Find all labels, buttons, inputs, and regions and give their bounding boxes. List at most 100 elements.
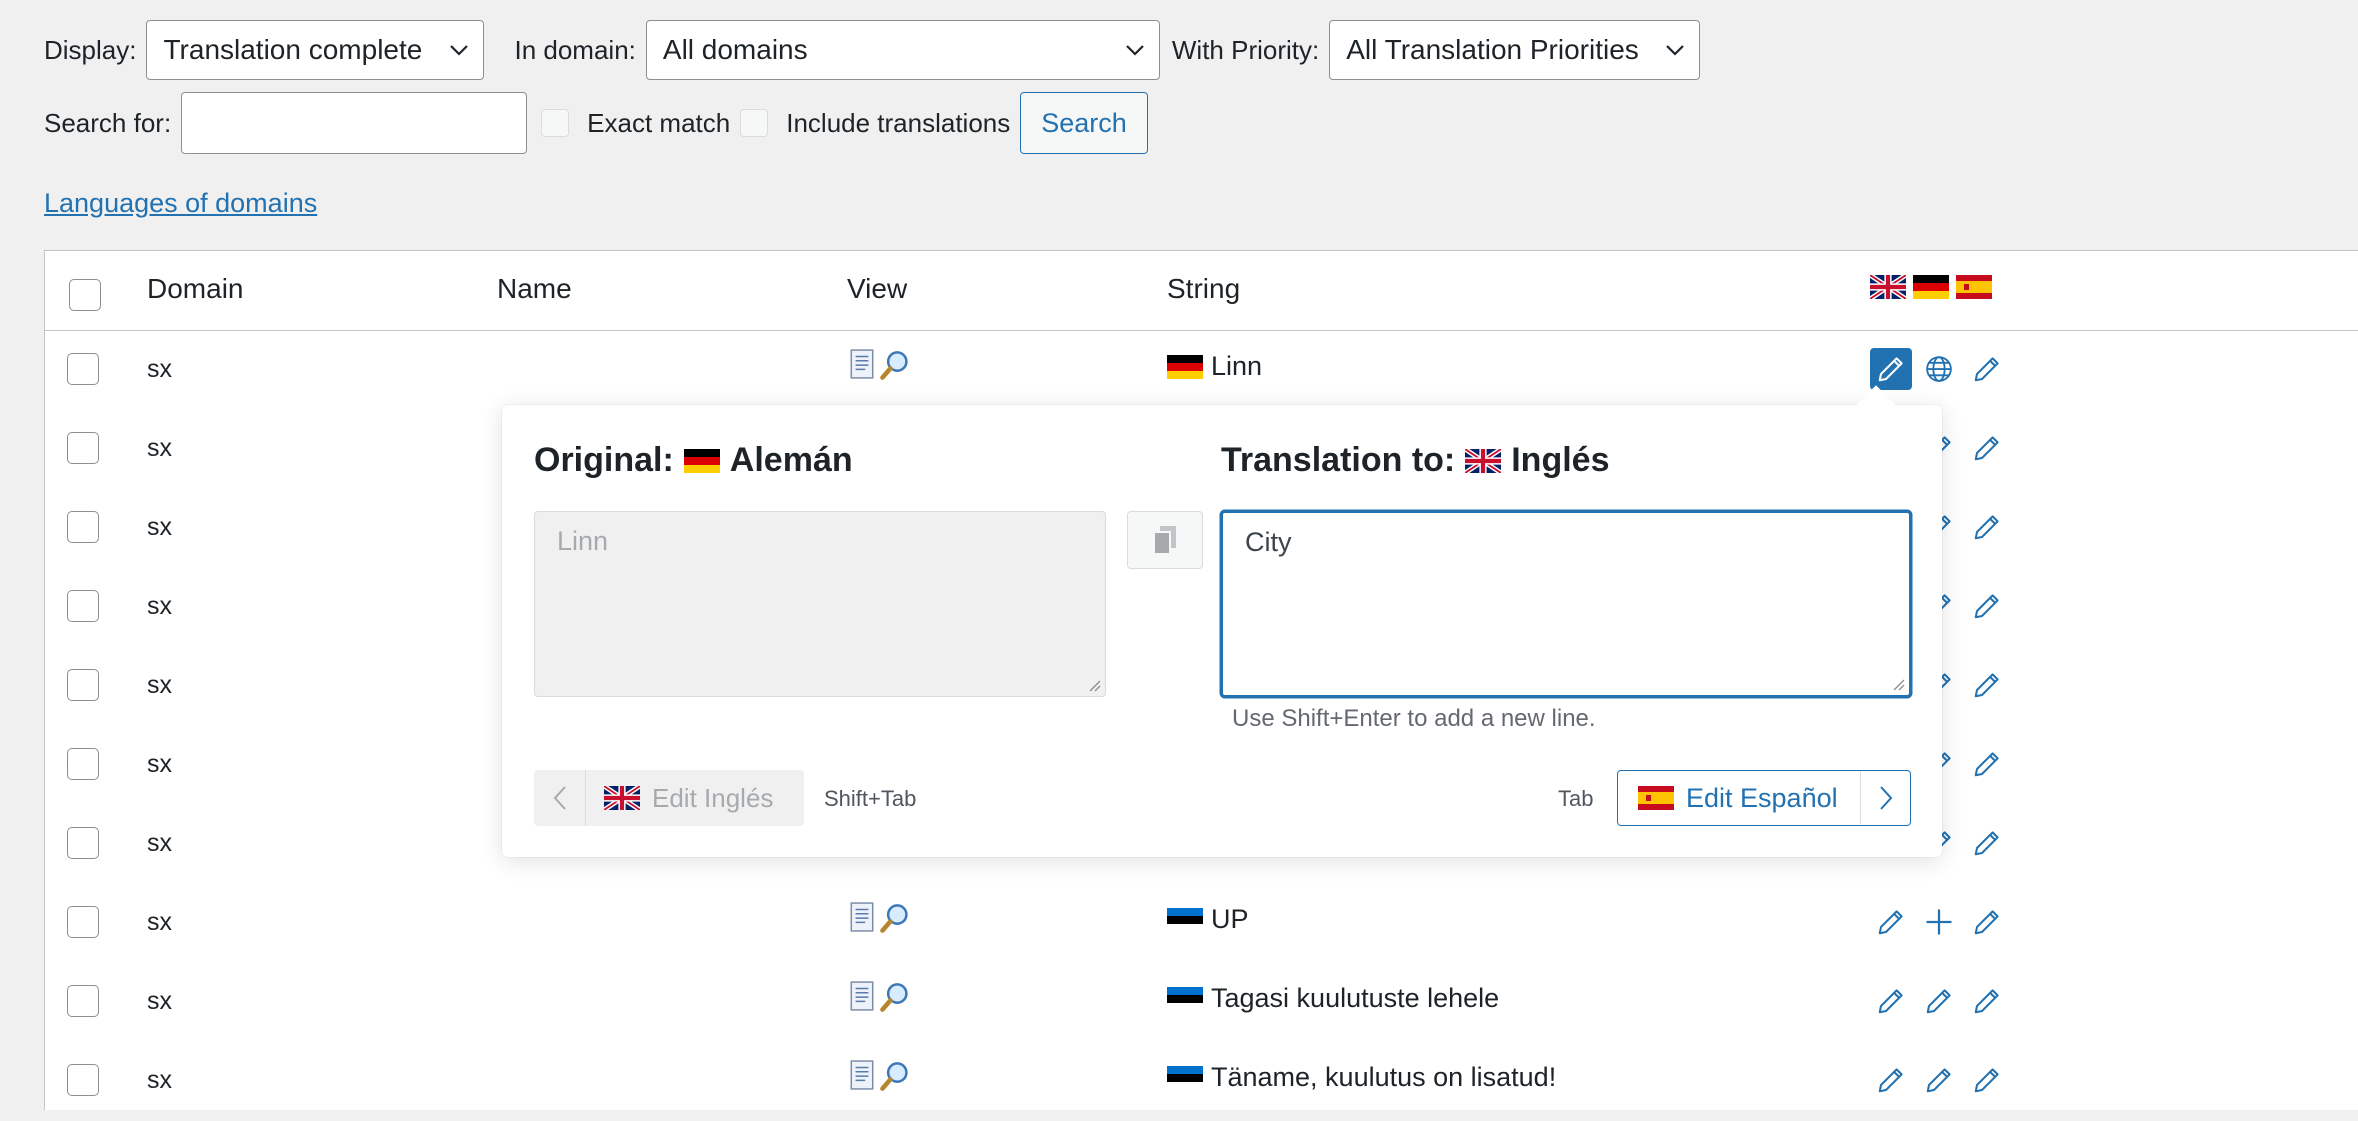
row-actions	[1870, 901, 2008, 943]
row-string-text: UP	[1211, 904, 1249, 934]
edit-translation-button[interactable]	[1918, 1059, 1960, 1101]
display-select[interactable]: Translation complete	[146, 20, 485, 80]
page-icon[interactable]	[849, 902, 875, 932]
row-domain: sx	[147, 434, 172, 462]
select-all-checkbox[interactable]	[69, 279, 101, 311]
pencil-icon	[1972, 591, 2002, 621]
column-name[interactable]: Name	[497, 273, 572, 305]
edit-next-button[interactable]: Edit Español	[1617, 770, 1911, 826]
original-heading: Original: Alemán	[534, 441, 853, 480]
edit-translation-button[interactable]	[1966, 506, 2008, 548]
chevron-down-icon	[1663, 38, 1687, 62]
pencil-icon	[1972, 1065, 2002, 1095]
edit-translation-button[interactable]	[1966, 1059, 2008, 1101]
translation-text: City	[1245, 527, 1292, 557]
row-string: Täname, kuulutus on lisatud!	[1167, 1062, 1556, 1093]
column-string[interactable]: String	[1167, 273, 1240, 305]
pencil-icon	[1876, 1065, 1906, 1095]
row-checkbox[interactable]	[67, 353, 99, 385]
search-button[interactable]: Search	[1020, 92, 1148, 154]
add-translation-button[interactable]	[1918, 901, 1960, 943]
row-checkbox[interactable]	[67, 827, 99, 859]
row-actions	[1870, 980, 2008, 1022]
pencil-icon	[1876, 354, 1906, 384]
search-input[interactable]	[181, 92, 528, 154]
page-icon[interactable]	[849, 981, 875, 1011]
copy-original-button[interactable]	[1127, 511, 1203, 569]
view-icons	[849, 1060, 911, 1092]
row-domain: sx	[147, 671, 172, 699]
pencil-icon	[1972, 433, 2002, 463]
pencil-icon	[1972, 512, 2002, 542]
edit-translation-button[interactable]	[1870, 901, 1912, 943]
original-label: Original:	[534, 441, 674, 479]
flag-de-icon	[1167, 355, 1203, 379]
edit-translation-button[interactable]	[1966, 585, 2008, 627]
row-string: UP	[1167, 904, 1249, 935]
pencil-icon	[1924, 1065, 1954, 1095]
edit-translation-button[interactable]	[1966, 664, 2008, 706]
edit-translation-button[interactable]	[1966, 427, 2008, 469]
include-translations-checkbox[interactable]	[740, 109, 769, 137]
edit-translation-button[interactable]	[1966, 822, 2008, 864]
column-view: View	[847, 273, 908, 304]
next-shortcut: Tab	[1558, 786, 1594, 811]
edit-translation-button[interactable]	[1966, 901, 2008, 943]
edit-translation-button[interactable]	[1966, 980, 2008, 1022]
row-actions	[1870, 1059, 2008, 1101]
table-row: sx Täname, kuulutus on lisatud!	[45, 1042, 2358, 1121]
table-row: sx Tagasi kuulutuste lehele	[45, 963, 2358, 1042]
edit-translation-button[interactable]	[1918, 980, 1960, 1022]
exact-match-label: Exact match	[587, 107, 731, 138]
previous-shortcut: Shift+Tab	[824, 786, 917, 811]
column-domain[interactable]: Domain	[147, 273, 243, 305]
languages-of-domains-link[interactable]: Languages of domains	[44, 188, 317, 219]
edit-translation-button[interactable]	[1966, 743, 2008, 785]
magnifier-icon[interactable]	[879, 902, 911, 934]
original-language: Alemán	[729, 441, 853, 479]
row-checkbox[interactable]	[67, 511, 99, 543]
edit-translation-button[interactable]	[1870, 980, 1912, 1022]
page-icon[interactable]	[849, 1060, 875, 1090]
display-label: Display:	[44, 34, 137, 65]
row-string-text: Linn	[1211, 351, 1263, 381]
translate-globe-button[interactable]	[1918, 348, 1960, 390]
domain-select[interactable]: All domains	[645, 20, 1160, 80]
magnifier-icon[interactable]	[879, 1060, 911, 1092]
edit-translation-button[interactable]	[1870, 348, 1912, 390]
header-language-flags	[1870, 275, 1992, 299]
row-checkbox[interactable]	[67, 1064, 99, 1096]
table-row: sx UP	[45, 884, 2358, 963]
magnifier-icon[interactable]	[879, 981, 911, 1013]
row-checkbox[interactable]	[67, 432, 99, 464]
translation-popup: Original: Alemán Translation to: Inglés …	[502, 385, 1942, 857]
edit-translation-button[interactable]	[1870, 1059, 1912, 1101]
row-checkbox[interactable]	[67, 669, 99, 701]
resize-handle-icon[interactable]	[1891, 677, 1905, 691]
edit-translation-button[interactable]	[1966, 348, 2008, 390]
pencil-icon	[1972, 354, 2002, 384]
flag-ee-icon	[1167, 987, 1203, 1011]
translation-textarea[interactable]: City	[1221, 511, 1911, 697]
row-checkbox[interactable]	[67, 590, 99, 622]
exact-match-checkbox[interactable]	[541, 109, 570, 137]
pencil-icon	[1924, 986, 1954, 1016]
plus-icon	[1924, 907, 1954, 937]
edit-previous-button[interactable]: Edit Inglés	[534, 770, 804, 826]
row-checkbox[interactable]	[67, 748, 99, 780]
magnifier-icon[interactable]	[879, 349, 911, 381]
pencil-icon	[1876, 986, 1906, 1016]
filters-bar: Display: Translation complete In domain:…	[44, 20, 1730, 154]
resize-handle-icon[interactable]	[1087, 678, 1101, 692]
flag-de-icon	[1913, 275, 1949, 299]
pencil-icon	[1972, 749, 2002, 779]
row-domain: sx	[147, 750, 172, 778]
priority-select[interactable]: All Translation Priorities	[1329, 20, 1701, 80]
row-checkbox[interactable]	[67, 906, 99, 938]
translation-label: Translation to:	[1221, 441, 1456, 479]
chevron-right-icon	[1860, 771, 1910, 824]
flag-de-icon	[684, 449, 720, 473]
pencil-icon	[1972, 828, 2002, 858]
page-icon[interactable]	[849, 349, 875, 379]
row-checkbox[interactable]	[67, 985, 99, 1017]
